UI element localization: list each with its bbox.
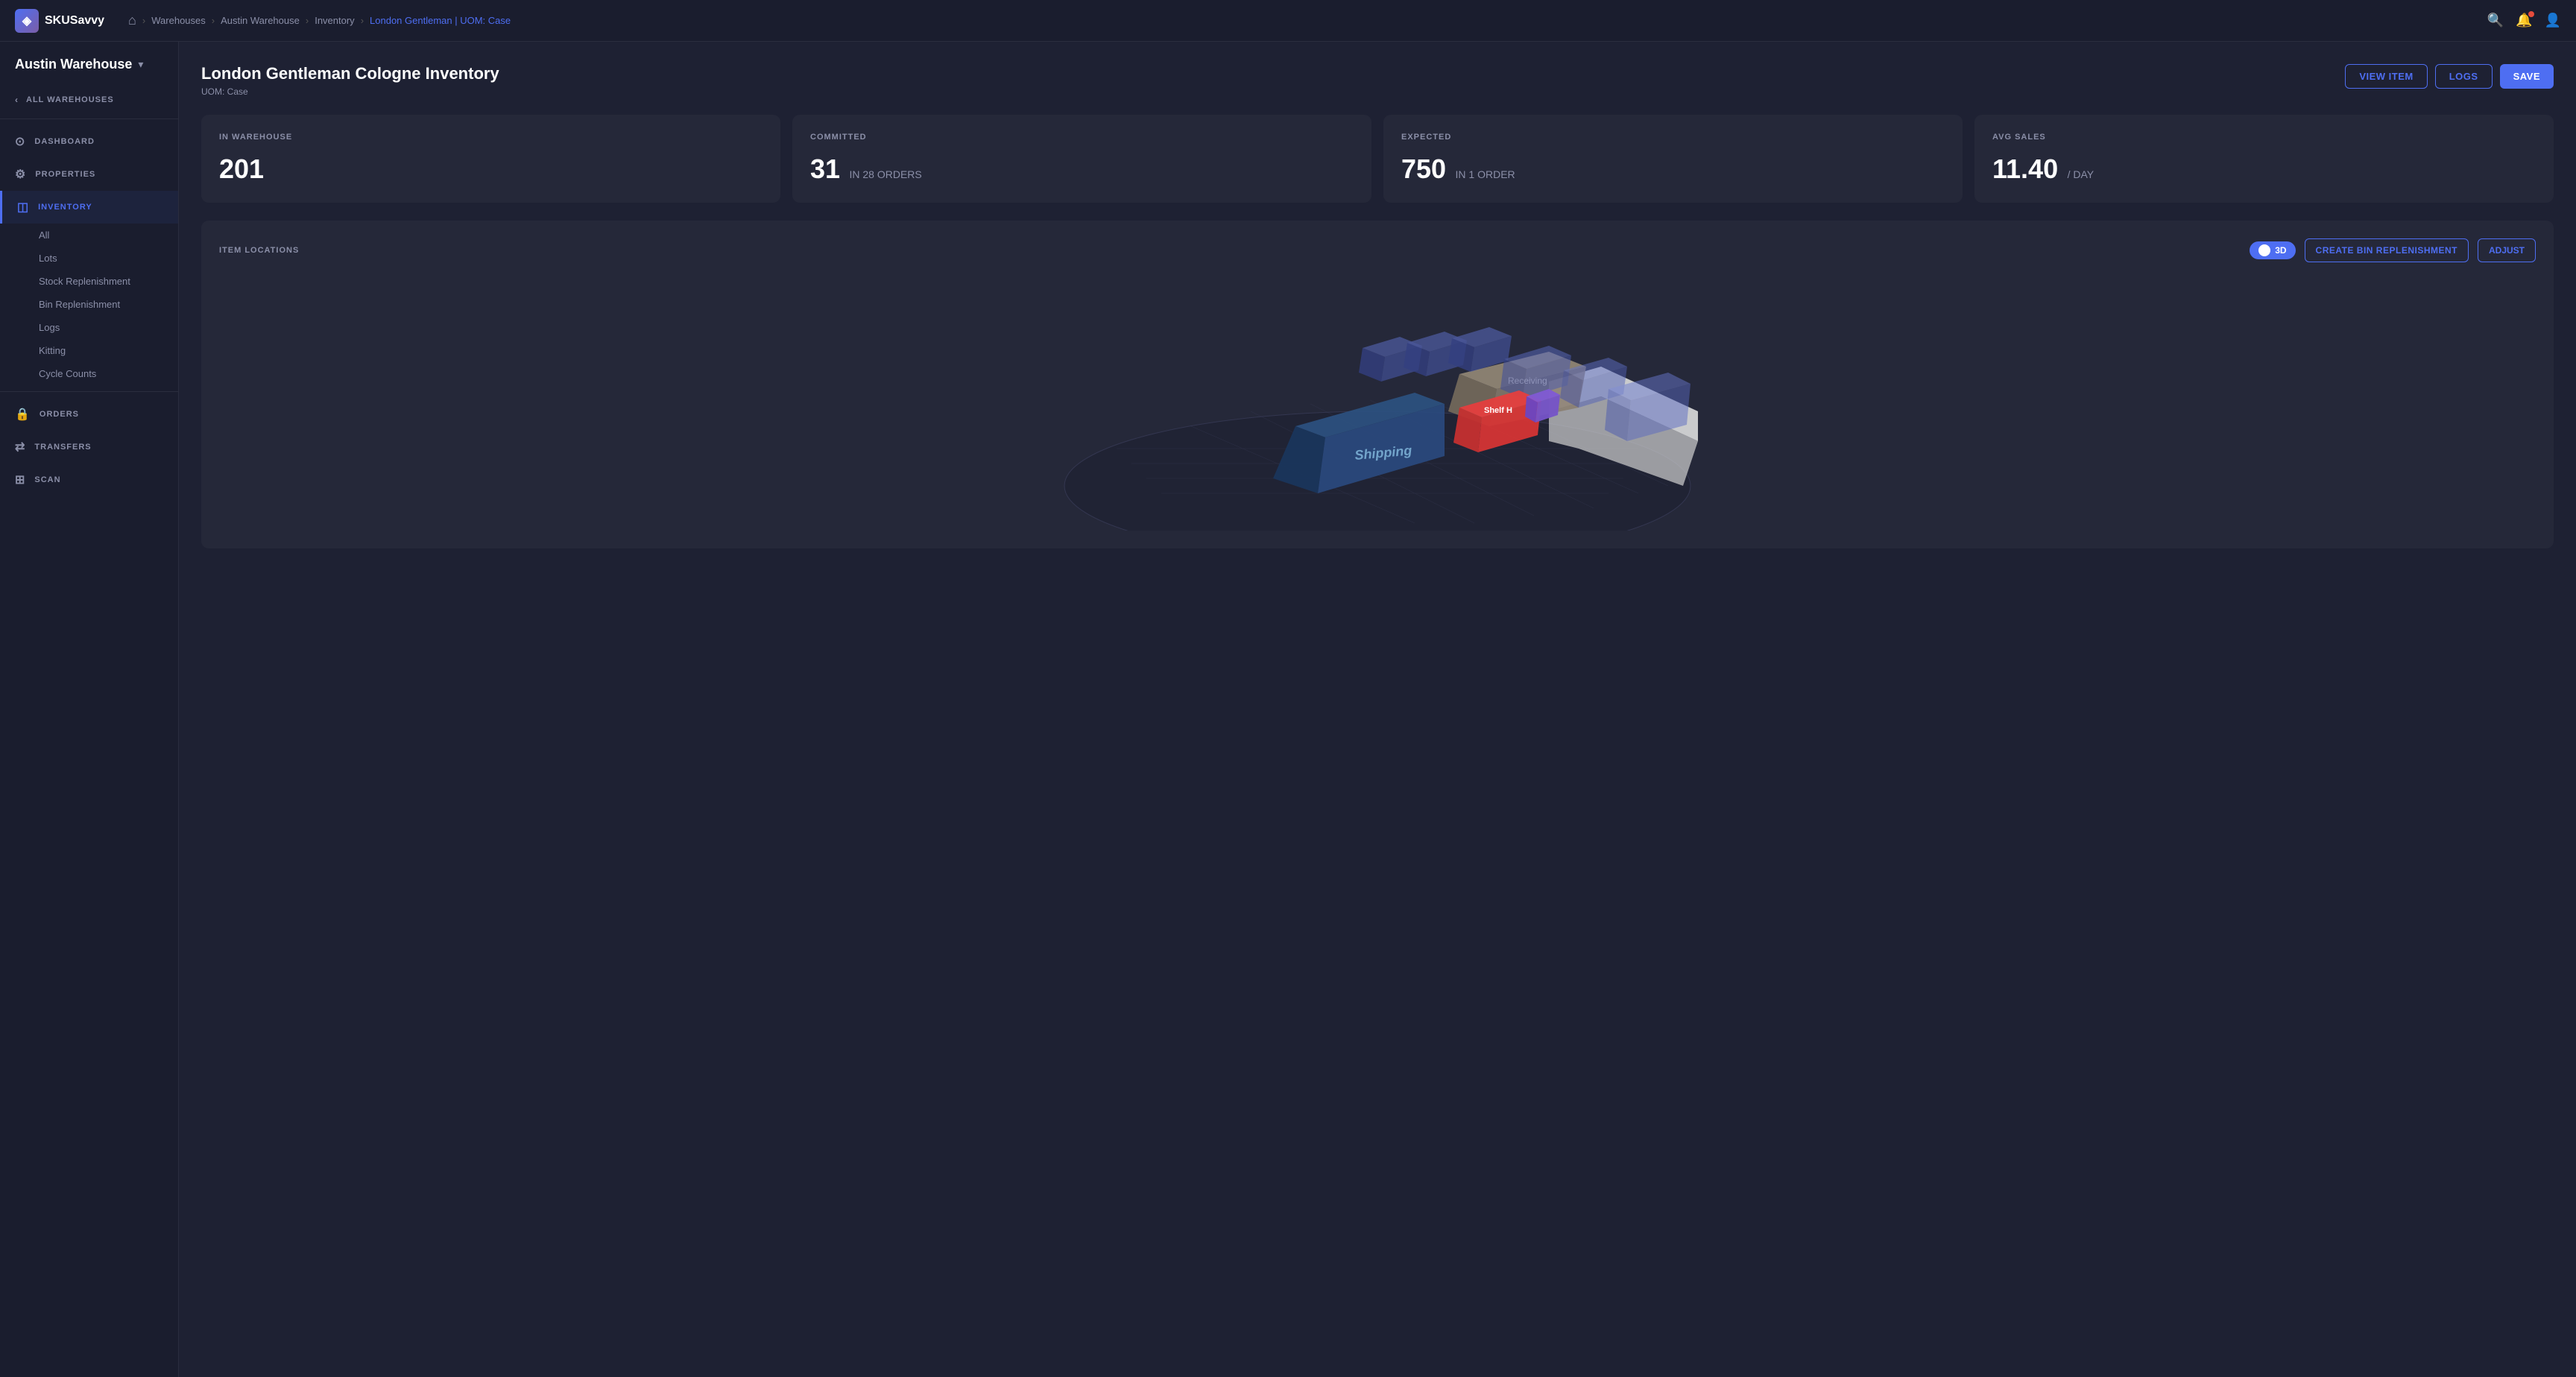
stat-card-committed: COMMITTED 31 IN 28 ORDERS <box>792 115 1371 203</box>
all-warehouses-link[interactable]: ‹ ALL WAREHOUSES <box>0 87 178 113</box>
sidebar-divider-2 <box>0 391 178 392</box>
toggle-3d-button[interactable]: 3D <box>2250 241 2295 259</box>
breadcrumb-austin-warehouse[interactable]: Austin Warehouse <box>221 15 300 26</box>
sidebar-item-dashboard[interactable]: ⊙ DASHBOARD <box>0 125 178 158</box>
app-logo[interactable]: ◈ SKUSavvy <box>15 9 104 33</box>
stat-number-avg-sales: 11.40 <box>1992 153 2058 184</box>
transfers-icon: ⇄ <box>15 440 25 455</box>
stats-grid: IN WAREHOUSE 201 COMMITTED 31 IN 28 ORDE… <box>201 115 2554 203</box>
sidebar-label-scan: SCAN <box>34 475 60 484</box>
sidebar-label-orders: ORDERS <box>40 410 79 419</box>
toggle-3d-label: 3D <box>2275 245 2286 256</box>
back-icon: ‹ <box>15 95 19 105</box>
sidebar-item-scan[interactable]: ⊞ SCAN <box>0 463 178 496</box>
warehouse-3d-view: Shipping Receiving <box>219 277 2536 531</box>
sidebar-label-properties: PROPERTIES <box>35 170 95 179</box>
stat-label-expected: EXPECTED <box>1401 133 1945 142</box>
stat-label-committed: COMMITTED <box>810 133 1354 142</box>
logs-button[interactable]: LOGS <box>2435 64 2493 89</box>
stat-label-in-warehouse: IN WAREHOUSE <box>219 133 763 142</box>
stat-value-expected: 750 IN 1 ORDER <box>1401 153 1945 185</box>
page-title: London Gentleman Cologne Inventory <box>201 64 499 83</box>
view-item-button[interactable]: VIEW ITEM <box>2345 64 2427 89</box>
sidebar-sub-all[interactable]: All <box>39 224 178 247</box>
stat-label-avg-sales: AVG SALES <box>1992 133 2536 142</box>
locations-card: ITEM LOCATIONS 3D CREATE BIN REPLENISHME… <box>201 221 2554 548</box>
logo-icon: ◈ <box>15 9 39 33</box>
page-title-area: London Gentleman Cologne Inventory UOM: … <box>201 64 499 97</box>
main-content: London Gentleman Cologne Inventory UOM: … <box>179 42 2576 1377</box>
stat-sub-avg-sales: / DAY <box>2068 168 2094 180</box>
stat-number-in-warehouse: 201 <box>219 153 264 184</box>
sidebar-item-transfers[interactable]: ⇄ TRANSFERS <box>0 431 178 463</box>
sidebar-label-dashboard: DASHBOARD <box>34 137 95 146</box>
sidebar-item-inventory[interactable]: ◫ INVENTORY <box>0 191 178 224</box>
stat-number-committed: 31 <box>810 153 840 184</box>
inventory-icon: ◫ <box>17 200 29 215</box>
stat-number-expected: 750 <box>1401 153 1446 184</box>
sidebar-sub-stock-replenishment[interactable]: Stock Replenishment <box>39 270 178 293</box>
profile-icon[interactable]: 👤 <box>2545 13 2561 28</box>
breadcrumb-warehouses[interactable]: Warehouses <box>151 15 206 26</box>
locations-header: ITEM LOCATIONS 3D CREATE BIN REPLENISHME… <box>219 238 2536 262</box>
topnav-right: 🔍 🔔 👤 <box>2487 13 2561 28</box>
warehouse-name: Austin Warehouse <box>15 57 132 72</box>
breadcrumb-inventory[interactable]: Inventory <box>315 15 354 26</box>
notifications-icon[interactable]: 🔔 <box>2516 13 2532 28</box>
sidebar-label-transfers: TRANSFERS <box>34 443 91 452</box>
adjust-button[interactable]: ADJUST <box>2478 238 2536 262</box>
sidebar-label-inventory: INVENTORY <box>38 203 92 212</box>
sidebar-sub-lots[interactable]: Lots <box>39 247 178 270</box>
search-icon[interactable]: 🔍 <box>2487 13 2504 28</box>
stat-sub-committed: IN 28 ORDERS <box>850 168 922 180</box>
page-subtitle: UOM: Case <box>201 86 499 97</box>
stat-value-committed: 31 IN 28 ORDERS <box>810 153 1354 185</box>
sidebar: Austin Warehouse ▾ ‹ ALL WAREHOUSES ⊙ DA… <box>0 42 179 1377</box>
all-warehouses-label: ALL WAREHOUSES <box>26 95 114 104</box>
stat-value-avg-sales: 11.40 / DAY <box>1992 153 2536 185</box>
orders-icon: 🔒 <box>15 407 31 422</box>
home-icon[interactable]: ⌂ <box>128 13 136 28</box>
save-button[interactable]: SAVE <box>2500 64 2554 89</box>
dashboard-icon: ⊙ <box>15 134 25 149</box>
warehouse-chevron-icon: ▾ <box>138 58 143 71</box>
sidebar-item-properties[interactable]: ⚙ PROPERTIES <box>0 158 178 191</box>
stat-card-in-warehouse: IN WAREHOUSE 201 <box>201 115 780 203</box>
inventory-sub-menu: All Lots Stock Replenishment Bin Repleni… <box>0 224 178 385</box>
page-header: London Gentleman Cologne Inventory UOM: … <box>201 64 2554 97</box>
create-bin-replenishment-button[interactable]: CREATE BIN REPLENISHMENT <box>2305 238 2469 262</box>
notification-badge <box>2528 11 2534 17</box>
locations-actions: 3D CREATE BIN REPLENISHMENT ADJUST <box>2250 238 2536 262</box>
sidebar-sub-logs[interactable]: Logs <box>39 316 178 339</box>
sidebar-sub-bin-replenishment[interactable]: Bin Replenishment <box>39 293 178 316</box>
stat-card-expected: EXPECTED 750 IN 1 ORDER <box>1383 115 1963 203</box>
sidebar-sub-kitting[interactable]: Kitting <box>39 339 178 362</box>
top-navigation: ◈ SKUSavvy ⌂ › Warehouses › Austin Wareh… <box>0 0 2576 42</box>
stat-card-avg-sales: AVG SALES 11.40 / DAY <box>1974 115 2554 203</box>
warehouse-selector[interactable]: Austin Warehouse ▾ <box>0 57 178 87</box>
sidebar-divider-1 <box>0 118 178 119</box>
stat-sub-expected: IN 1 ORDER <box>1456 168 1515 180</box>
breadcrumb-current: London Gentleman | UOM: Case <box>370 15 511 26</box>
stat-value-in-warehouse: 201 <box>219 153 763 185</box>
sidebar-item-orders[interactable]: 🔒 ORDERS <box>0 398 178 431</box>
sidebar-sub-cycle-counts[interactable]: Cycle Counts <box>39 362 178 385</box>
locations-title: ITEM LOCATIONS <box>219 246 299 255</box>
shelf-h-label: Shelf H <box>1484 406 1512 415</box>
toggle-3d-circle <box>2258 244 2270 256</box>
warehouse-svg: Shipping Receiving <box>1042 277 1713 531</box>
app-name: SKUSavvy <box>45 14 104 28</box>
breadcrumb: ⌂ › Warehouses › Austin Warehouse › Inve… <box>128 13 511 28</box>
page-actions: VIEW ITEM LOGS SAVE <box>2345 64 2554 89</box>
properties-icon: ⚙ <box>15 167 26 182</box>
main-layout: Austin Warehouse ▾ ‹ ALL WAREHOUSES ⊙ DA… <box>0 42 2576 1377</box>
scan-icon: ⊞ <box>15 472 25 487</box>
